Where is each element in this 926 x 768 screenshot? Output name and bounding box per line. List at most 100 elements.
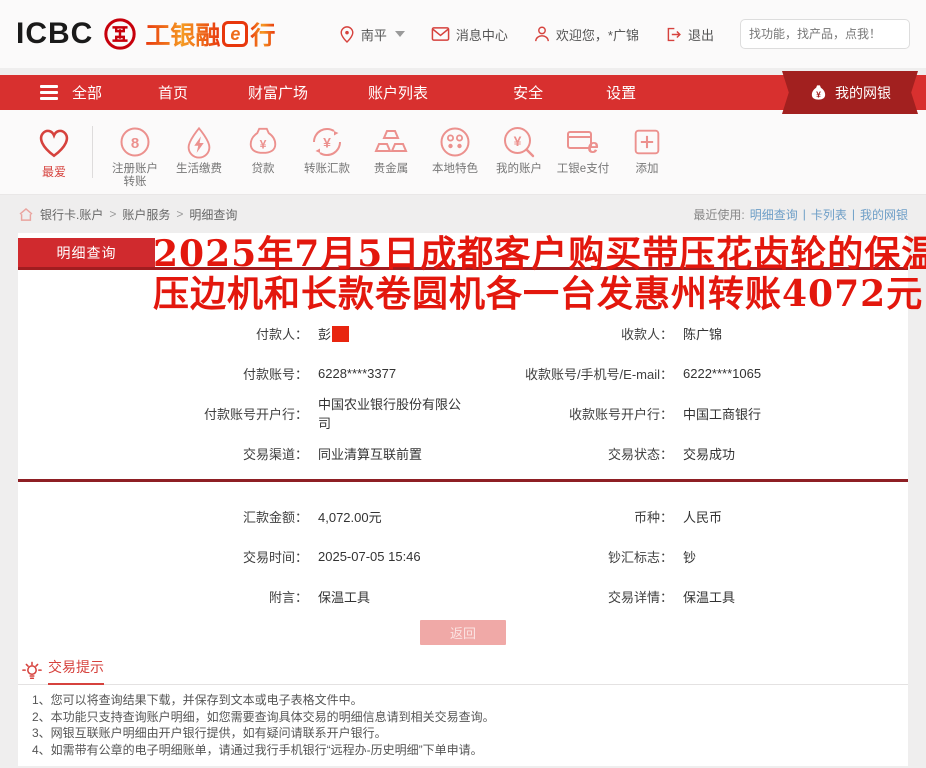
annotation-overlay-text: 2025年7月5日成都客户购买带压花齿轮的保温 压边机和长款卷圆机各一台发惠州转… bbox=[153, 234, 906, 314]
amount-label: 汇款金额： bbox=[18, 507, 308, 526]
svg-text:8: 8 bbox=[131, 135, 139, 152]
svg-text:¥: ¥ bbox=[816, 89, 821, 99]
icbc-emblem-icon bbox=[103, 17, 137, 51]
payer-label: 付款人： bbox=[18, 324, 308, 343]
nav-item-wealth[interactable]: 财富广场 bbox=[248, 82, 308, 103]
breadcrumb-item-cards[interactable]: 银行卡.账户 bbox=[40, 206, 103, 223]
logout-label: 退出 bbox=[688, 25, 714, 44]
quick-item-register-transfer[interactable]: 8 注册账户 转账 bbox=[103, 122, 167, 189]
svg-text:¥: ¥ bbox=[260, 138, 267, 152]
payee-value: 陈广锦 bbox=[683, 324, 722, 343]
local-features-icon bbox=[437, 124, 473, 160]
welcome-label: 欢迎您，*广锦 bbox=[556, 25, 639, 44]
channel-label: 交易渠道： bbox=[18, 444, 308, 463]
status-label: 交易状态： bbox=[463, 444, 673, 463]
payer-account-label: 付款账号： bbox=[18, 364, 308, 383]
nav-item-settings[interactable]: 设置 bbox=[606, 82, 636, 103]
quick-item-life-payment[interactable]: 生活缴费 bbox=[167, 122, 231, 176]
search-input[interactable] bbox=[749, 27, 904, 41]
transfer-remit-icon: ¥ bbox=[309, 124, 345, 160]
payer-account-value: 6228****3377 bbox=[318, 366, 396, 381]
loan-icon: ¥ bbox=[246, 124, 280, 160]
recent-link-detail-query[interactable]: 明细查询 bbox=[750, 206, 798, 223]
nav-item-accounts[interactable]: 账户列表 bbox=[368, 82, 428, 103]
nav-item-all[interactable]: 全部 bbox=[72, 82, 102, 103]
breadcrumb-item-account-service[interactable]: 账户服务 bbox=[122, 206, 170, 223]
breadcrumb-item-detail-query[interactable]: 明细查询 bbox=[189, 206, 237, 223]
location-label: 南平 bbox=[361, 25, 387, 44]
chevron-down-icon bbox=[395, 31, 405, 37]
quick-item-icbc-epay[interactable]: e 工银e支付 bbox=[551, 122, 615, 176]
menu-icon[interactable] bbox=[40, 85, 58, 100]
channel-value: 同业清算互联前置 bbox=[318, 444, 422, 463]
search-box[interactable] bbox=[740, 19, 910, 49]
table-row: 附言： 保温工具 交易详情： 保温工具 bbox=[18, 576, 908, 616]
time-label: 交易时间： bbox=[18, 547, 308, 566]
transaction-tips: 交易提示 1、您可以将查询结果下载，并保存到文本或电子表格文件中。 2、本功能只… bbox=[18, 657, 908, 766]
cash-flag-value: 钞 bbox=[683, 547, 696, 566]
quick-item-favorites[interactable]: 最爱 bbox=[18, 122, 90, 180]
quick-item-add[interactable]: 添加 bbox=[615, 122, 679, 176]
lightbulb-icon bbox=[22, 661, 42, 681]
quick-item-my-account[interactable]: ¥ 我的账户 bbox=[487, 122, 551, 176]
nav-item-home[interactable]: 首页 bbox=[158, 82, 188, 103]
payee-bank-label: 收款账号开户行： bbox=[463, 404, 673, 423]
quick-item-local-features[interactable]: 本地特色 bbox=[423, 122, 487, 176]
payee-account-label: 收款账号/手机号/E-mail： bbox=[463, 364, 673, 383]
svg-text:¥: ¥ bbox=[323, 135, 331, 151]
life-payment-icon bbox=[182, 124, 216, 160]
brand-e-icon: e bbox=[222, 21, 248, 47]
tips-item: 4、如需带有公章的电子明细账单，请通过我行手机银行“远程办-历史明细”下单申请。 bbox=[32, 742, 898, 759]
detail-label: 交易详情： bbox=[463, 587, 673, 606]
main-navbar: 全部 首页 财富广场 账户列表 安全 设置 ¥ 我的网银 bbox=[0, 75, 926, 110]
payer-bank-label: 付款账号开户行： bbox=[18, 404, 308, 423]
location-selector[interactable]: 南平 bbox=[339, 25, 405, 44]
location-pin-icon bbox=[339, 25, 355, 43]
breadcrumb: 银行卡.账户 > 账户服务 > 明细查询 最近使用: 明细查询 | 卡列表 | … bbox=[0, 195, 926, 233]
quick-item-loan[interactable]: ¥ 贷款 bbox=[231, 122, 295, 176]
table-row: 汇款金额： 4,072.00元 币种： 人民币 bbox=[18, 496, 908, 536]
quick-item-transfer-remit[interactable]: ¥ 转账汇款 bbox=[295, 122, 359, 176]
payee-label: 收款人： bbox=[463, 324, 673, 343]
nav-item-security[interactable]: 安全 bbox=[513, 82, 543, 103]
payer-bank-value: 中国农业银行股份有限公司 bbox=[318, 394, 463, 432]
precious-metal-icon bbox=[373, 124, 409, 160]
recent-used: 最近使用: 明细查询 | 卡列表 | 我的网银 bbox=[693, 206, 908, 223]
table-row: 付款账号： 6228****3377 收款账号/手机号/E-mail： 6222… bbox=[18, 353, 908, 393]
heart-icon bbox=[34, 124, 74, 160]
envelope-icon bbox=[431, 26, 450, 42]
tips-list: 1、您可以将查询结果下载，并保存到文本或电子表格文件中。 2、本功能只支持查询账… bbox=[18, 685, 908, 758]
recent-link-my-ebank[interactable]: 我的网银 bbox=[860, 206, 908, 223]
recent-link-card-list[interactable]: 卡列表 bbox=[811, 206, 847, 223]
message-center-link[interactable]: 消息中心 bbox=[431, 25, 508, 44]
quick-item-precious-metal[interactable]: 贵金属 bbox=[359, 122, 423, 176]
svg-text:¥: ¥ bbox=[514, 133, 522, 149]
amount-value: 4,072.00元 bbox=[318, 507, 382, 526]
payee-bank-value: 中国工商银行 bbox=[683, 404, 761, 423]
back-button[interactable]: 返回 bbox=[420, 620, 506, 645]
my-account-icon: ¥ bbox=[501, 124, 537, 160]
currency-label: 币种： bbox=[463, 507, 673, 526]
tips-title: 交易提示 bbox=[48, 657, 104, 685]
table-row: 付款账号开户行： 中国农业银行股份有限公司 收款账号开户行： 中国工商银行 bbox=[18, 393, 908, 433]
svg-text:e: e bbox=[587, 136, 598, 158]
table-row: 交易时间： 2025-07-05 15:46 钞汇标志： 钞 bbox=[18, 536, 908, 576]
logout-button[interactable]: 退出 bbox=[665, 25, 714, 44]
memo-value: 保温工具 bbox=[318, 587, 370, 606]
my-ebank-ribbon[interactable]: ¥ 我的网银 bbox=[782, 71, 918, 114]
cash-flag-label: 钞汇标志： bbox=[463, 547, 673, 566]
recent-used-label: 最近使用: bbox=[693, 206, 744, 223]
quick-access-row: 最爱 8 注册账户 转账 生活缴费 ¥ 贷款 bbox=[0, 110, 926, 195]
panel-tab-title: 明细查询 bbox=[18, 238, 155, 267]
money-bag-icon: ¥ bbox=[809, 83, 828, 102]
table-row: 付款人： 彭 收款人： 陈广锦 bbox=[18, 313, 908, 353]
redaction-block bbox=[332, 326, 349, 342]
payer-value: 彭 bbox=[318, 324, 349, 343]
welcome-user[interactable]: 欢迎您，*广锦 bbox=[534, 25, 639, 44]
divider bbox=[18, 479, 908, 482]
home-icon bbox=[18, 207, 34, 222]
top-header: ICBC 工银融 e 行 南平 消息中心 bbox=[0, 0, 926, 68]
my-ebank-label: 我的网银 bbox=[835, 83, 891, 103]
icbc-logo-text: ICBC bbox=[16, 17, 93, 51]
currency-value: 人民币 bbox=[683, 507, 722, 526]
